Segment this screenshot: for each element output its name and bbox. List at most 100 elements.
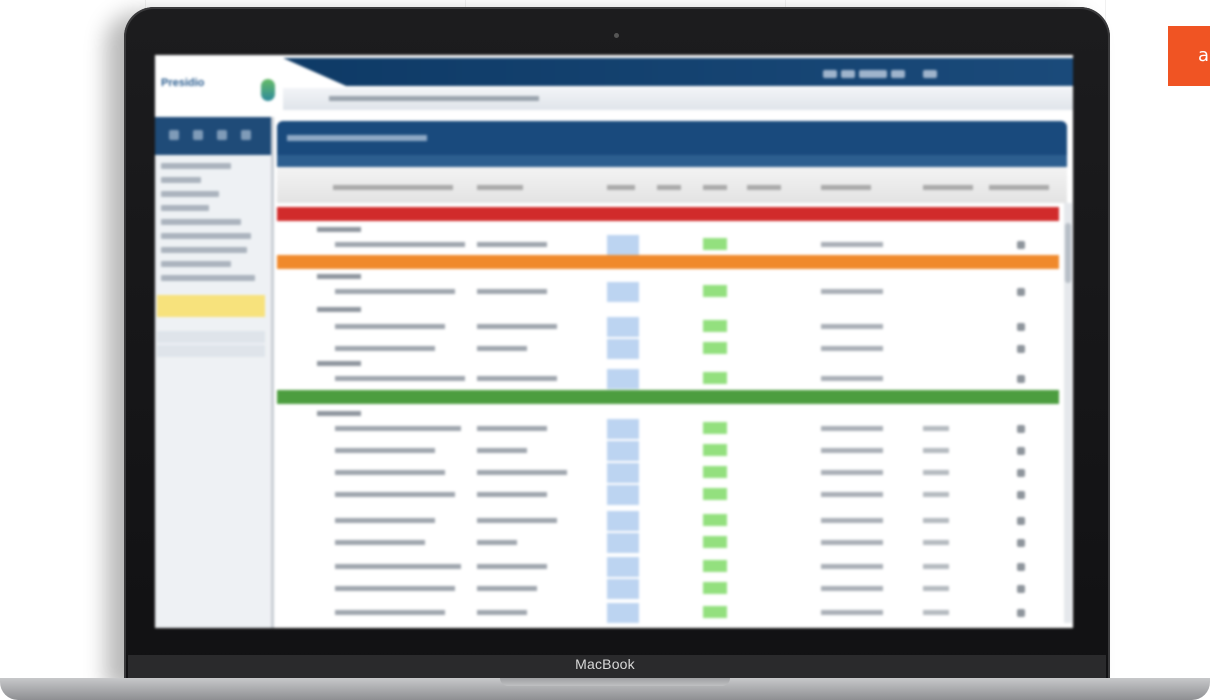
cell-text: [335, 564, 461, 569]
table-row[interactable]: [277, 557, 1059, 577]
sidebar-item[interactable]: [161, 261, 231, 267]
cell-text: [923, 426, 949, 431]
home-icon[interactable]: [169, 130, 179, 140]
nav-button[interactable]: [841, 70, 855, 78]
column-header[interactable]: [821, 185, 871, 190]
camera-icon: [614, 33, 619, 38]
folder-icon[interactable]: [193, 130, 203, 140]
row-action-icon[interactable]: [1017, 517, 1025, 525]
sidebar-item[interactable]: [161, 177, 201, 183]
cell-text: [477, 492, 547, 497]
cell-text: [335, 610, 445, 615]
table-row[interactable]: [277, 339, 1059, 359]
cell-status: [703, 560, 727, 572]
cell-status: [703, 320, 727, 332]
table-row[interactable]: [277, 579, 1059, 599]
row-action-icon[interactable]: [1017, 375, 1025, 383]
cell-text: [477, 564, 547, 569]
cell-text: [335, 289, 455, 294]
column-header[interactable]: [703, 185, 727, 190]
row-action-icon[interactable]: [1017, 345, 1025, 353]
row-action-icon[interactable]: [1017, 469, 1025, 477]
row-action-icon[interactable]: [1017, 585, 1025, 593]
app-logo: Presidio: [161, 69, 275, 101]
sidebar-item[interactable]: [161, 219, 241, 225]
row-action-icon[interactable]: [1017, 323, 1025, 331]
cell-text: [477, 610, 527, 615]
table-row[interactable]: [277, 485, 1059, 505]
row-action-icon[interactable]: [1017, 425, 1025, 433]
table-row[interactable]: [277, 419, 1059, 439]
table-row[interactable]: [277, 533, 1059, 553]
sidebar-item[interactable]: [157, 345, 265, 357]
table-row[interactable]: [277, 282, 1059, 302]
row-action-icon[interactable]: [1017, 447, 1025, 455]
cell-date: [821, 289, 883, 294]
row-action-icon[interactable]: [1017, 539, 1025, 547]
table-row[interactable]: [277, 441, 1059, 461]
top-nav-bar: [283, 58, 1073, 86]
cell-text: [335, 540, 425, 545]
list-icon[interactable]: [217, 130, 227, 140]
row-action-icon[interactable]: [1017, 241, 1025, 249]
column-header[interactable]: [657, 185, 681, 190]
table-row[interactable]: [277, 235, 1059, 255]
cell-text: [923, 586, 949, 591]
status-band-green: [277, 390, 1059, 404]
cell-highlight: [607, 533, 639, 553]
cell-date: [821, 540, 883, 545]
row-action-icon[interactable]: [1017, 491, 1025, 499]
cell-text: [923, 564, 949, 569]
column-header[interactable]: [333, 185, 453, 190]
sidebar-toolbar: [155, 117, 271, 155]
sidebar-item[interactable]: [161, 247, 247, 253]
column-header[interactable]: [607, 185, 635, 190]
cell-status: [703, 285, 727, 297]
column-header[interactable]: [989, 185, 1049, 190]
cell-status: [703, 466, 727, 478]
sidebar-item-active[interactable]: [157, 295, 265, 317]
cell-status: [703, 342, 727, 354]
cell-text: [335, 426, 461, 431]
column-header[interactable]: [477, 185, 523, 190]
cta-button[interactable]: a: [1168, 26, 1210, 86]
panel-title-bar: [277, 121, 1067, 155]
table-row[interactable]: [277, 317, 1059, 337]
cell-highlight: [607, 557, 639, 577]
sidebar-item[interactable]: [161, 163, 231, 169]
settings-icon[interactable]: [241, 130, 251, 140]
table-row[interactable]: [277, 463, 1059, 483]
nav-button[interactable]: [859, 70, 887, 78]
sidebar-item[interactable]: [157, 331, 265, 343]
row-action-icon[interactable]: [1017, 288, 1025, 296]
nav-button[interactable]: [823, 70, 837, 78]
sidebar-item[interactable]: [161, 205, 209, 211]
cell-text: [477, 324, 557, 329]
table-row[interactable]: [277, 369, 1059, 389]
cell-text: [335, 242, 465, 247]
cell-text: [335, 492, 455, 497]
column-header[interactable]: [923, 185, 973, 190]
sidebar-item[interactable]: [161, 275, 255, 281]
cell-text: [477, 376, 557, 381]
column-header[interactable]: [747, 185, 781, 190]
scrollbar[interactable]: [1064, 203, 1072, 623]
subtitle-bar: [283, 88, 1073, 110]
scrollbar-thumb[interactable]: [1065, 223, 1071, 283]
cell-status: [703, 606, 727, 618]
cell-date: [821, 586, 883, 591]
cell-highlight: [607, 419, 639, 439]
cell-text: [477, 586, 537, 591]
row-action-icon[interactable]: [1017, 563, 1025, 571]
nav-button[interactable]: [891, 70, 905, 78]
table-row[interactable]: [277, 603, 1059, 623]
row-action-icon[interactable]: [1017, 609, 1025, 617]
cell-highlight: [607, 463, 639, 483]
sidebar-item[interactable]: [161, 233, 251, 239]
laptop-screen: Presidio: [155, 55, 1073, 628]
cell-text: [477, 426, 547, 431]
table-row[interactable]: [277, 511, 1059, 531]
sidebar-item[interactable]: [161, 191, 219, 197]
nav-button[interactable]: [923, 70, 937, 78]
status-band-red: [277, 207, 1059, 221]
